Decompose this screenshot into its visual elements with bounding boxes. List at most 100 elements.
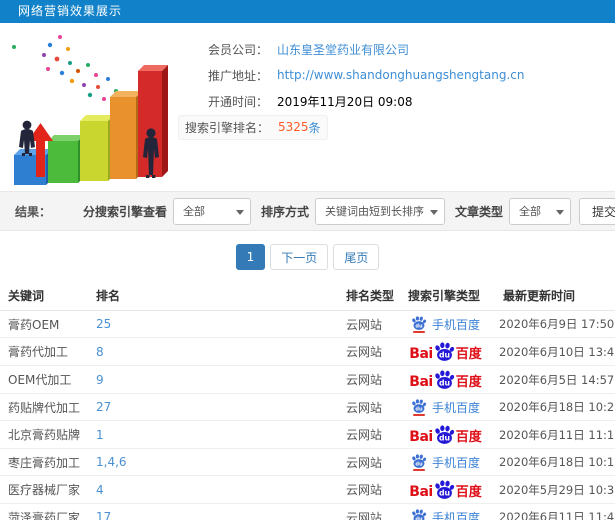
engine-rank-box: 搜索引擎排名： 5325 条: [178, 114, 328, 140]
result-label: 结果：: [15, 204, 52, 219]
table-row: 膏药OEM 25 云网站 du 手机百度 2020年6月9日 17:50: [0, 310, 615, 338]
rank-link[interactable]: 25: [96, 317, 111, 331]
promo-url-link[interactable]: http://www.shandonghuangshengtang.cn: [277, 68, 524, 82]
updated-cell: 2020年5月29日 10:32: [495, 475, 615, 504]
engine-rank-count: 5325: [278, 120, 309, 134]
mobile-baidu-label: 手机百度: [431, 510, 480, 520]
svg-text:du: du: [439, 489, 450, 498]
open-time-label: 开通时间：: [207, 94, 268, 109]
updated-cell: 2020年6月10日 13:40: [495, 337, 615, 366]
sort-select[interactable]: 关键词由短到长排序: [314, 197, 445, 225]
svg-text:du: du: [415, 406, 423, 412]
open-time-value: 2019年11月20日 09:08: [277, 94, 413, 109]
member-info-panel: 会员公司： 山东皇圣堂药业有限公司 推广地址： http://www.shand…: [178, 23, 615, 191]
col-keyword: 关键词: [0, 282, 88, 311]
mobile-baidu-label: 手机百度: [431, 317, 480, 332]
growth-bar-chart-illustration: [12, 35, 168, 185]
svg-text:du: du: [415, 461, 423, 467]
col-updated: 最新更新时间: [495, 282, 615, 311]
mobile-baidu-label: 手机百度: [431, 400, 480, 415]
bar-orange: [110, 91, 142, 179]
rank-type-cell: 云网站: [338, 503, 400, 520]
promo-url-row: 推广地址： http://www.shandonghuangshengtang.…: [178, 62, 615, 88]
rank-link[interactable]: 9: [96, 373, 104, 387]
engine-rank-unit[interactable]: 条: [309, 119, 321, 136]
col-engine-type: 搜索引擎类型: [400, 282, 495, 311]
article-type-label: 文章类型: [454, 204, 503, 219]
table-row: 药贴牌代加工 27 云网站 du 手机百度 2020年6月18日 10:25: [0, 393, 615, 421]
table-row: 膏药代加工 8 云网站 Bai du 百度 2020年6月10日 13:40: [0, 337, 615, 366]
keyword-cell: 医疗器械厂家: [0, 475, 88, 504]
baidu-logo-icon: Bai du 百度: [409, 342, 482, 361]
header-bar: 网络营销效果展示: [0, 0, 615, 23]
rank-type-cell: 云网站: [338, 337, 400, 366]
baidu-logo-icon: Bai du 百度: [409, 370, 482, 389]
article-type-select[interactable]: 全部: [508, 197, 571, 225]
engine-filter-label: 分搜索引擎查看: [82, 204, 167, 219]
updated-cell: 2020年6月5日 14:57: [495, 365, 615, 394]
rank-link[interactable]: 8: [96, 345, 104, 359]
chevron-down-icon: [429, 209, 438, 215]
updated-cell: 2020年6月9日 17:50: [495, 310, 615, 338]
updated-cell: 2020年6月11日 11:40: [495, 503, 615, 520]
mobile-baidu-icon: du: [411, 509, 427, 520]
bar-yellow: [80, 115, 114, 181]
rank-link[interactable]: 4: [96, 483, 104, 497]
red-underline: [412, 413, 425, 416]
rank-link[interactable]: 27: [96, 400, 111, 414]
table-row: 北京膏药贴牌 1 云网站 Bai du 百度 2020年6月11日 11:18: [0, 420, 615, 449]
table-row: 菏泽膏药厂家 17 云网站 du 手机百度 2020年6月11日 11:40: [0, 503, 615, 520]
keyword-cell: 膏药代加工: [0, 337, 88, 366]
next-page-button[interactable]: 下一页: [270, 244, 329, 270]
keyword-cell: 菏泽膏药厂家: [0, 503, 88, 520]
info-section: 会员公司： 山东皇圣堂药业有限公司 推广地址： http://www.shand…: [0, 23, 615, 191]
engine-filter-select[interactable]: 全部: [172, 197, 251, 225]
page: 网络营销效果展示 会员公司： 山东皇圣堂药业有限公司 推广地址： http://…: [0, 0, 615, 520]
rank-type-cell: 云网站: [338, 365, 400, 394]
svg-text:du: du: [439, 434, 450, 443]
mobile-baidu-icon: du: [411, 399, 427, 416]
svg-text:du: du: [439, 379, 450, 388]
col-rank-type: 排名类型: [338, 282, 400, 311]
filter-toolbar: 结果： 分搜索引擎查看 全部 排序方式 关键词由短到长排序 文章类型 全部 提交: [0, 191, 615, 231]
table-row: 医疗器械厂家 4 云网站 Bai du 百度 2020年5月29日 10:32: [0, 475, 615, 504]
mobile-baidu-icon: du: [411, 454, 427, 471]
engine-rank-row: 搜索引擎排名： 5325 条: [178, 114, 615, 140]
page-1-button[interactable]: 1: [235, 244, 266, 270]
table-row: OEM代加工 9 云网站 Bai du 百度 2020年6月5日 14:57: [0, 365, 615, 394]
svg-text:du: du: [439, 351, 450, 360]
bar-green: [48, 135, 84, 183]
updated-cell: 2020年6月18日 10:25: [495, 393, 615, 421]
table-row: 枣庄膏药加工 1,4,6 云网站 du 手机百度 2020年6月18日 10:1…: [0, 448, 615, 476]
rank-link[interactable]: 17: [96, 510, 111, 520]
sort-label: 排序方式: [260, 204, 309, 219]
svg-text:du: du: [415, 516, 423, 520]
member-company-link[interactable]: 山东皇圣堂药业有限公司: [277, 43, 409, 57]
bar-blue: [14, 149, 52, 185]
chevron-down-icon: [235, 209, 244, 215]
last-page-button[interactable]: 尾页: [333, 244, 380, 270]
updated-cell: 2020年6月11日 11:18: [495, 420, 615, 449]
svg-text:du: du: [415, 323, 423, 329]
page-title: 网络营销效果展示: [18, 4, 123, 18]
baidu-logo-icon: Bai du 百度: [409, 480, 482, 499]
red-underline: [412, 330, 425, 333]
filter-controls: 分搜索引擎查看 全部 排序方式 关键词由短到长排序 文章类型 全部 提交: [73, 197, 615, 225]
rank-type-cell: 云网站: [338, 475, 400, 504]
rank-type-cell: 云网站: [338, 420, 400, 449]
col-rank: 排名: [88, 282, 338, 311]
rank-link[interactable]: 1,4,6: [96, 455, 127, 469]
mobile-baidu-icon: du: [411, 316, 427, 333]
baidu-logo-icon: Bai du 百度: [409, 425, 482, 444]
keyword-cell: 膏药OEM: [0, 310, 88, 338]
rank-type-cell: 云网站: [338, 310, 400, 338]
red-underline: [412, 468, 425, 471]
rank-link[interactable]: 1: [96, 428, 104, 442]
keyword-cell: 北京膏药贴牌: [0, 420, 88, 449]
mobile-baidu-label: 手机百度: [431, 455, 480, 470]
rank-type-cell: 云网站: [338, 448, 400, 476]
submit-button[interactable]: 提交: [578, 197, 615, 225]
chevron-down-icon: [555, 209, 564, 215]
table-header-row: 关键词 排名 排名类型 搜索引擎类型 最新更新时间: [0, 282, 615, 311]
open-time-row: 开通时间： 2019年11月20日 09:08: [178, 88, 615, 114]
